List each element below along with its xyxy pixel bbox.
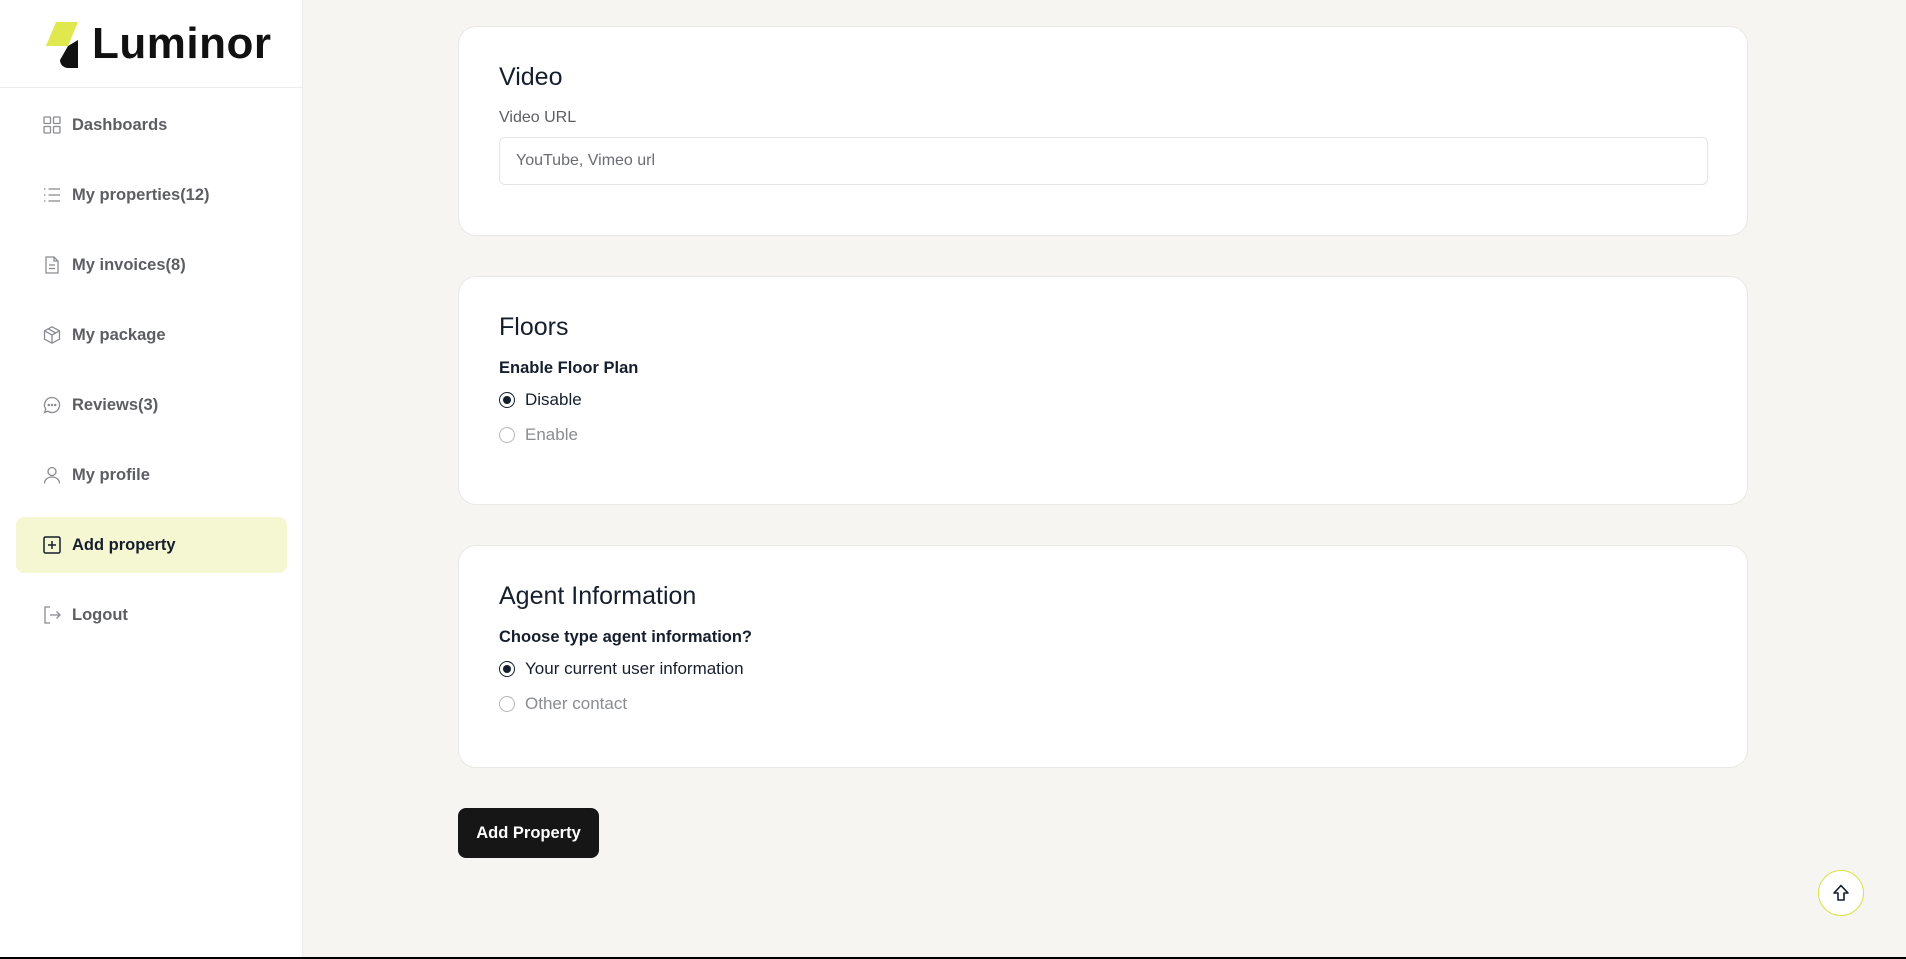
sidebar-item-label: My invoices(8) [72, 255, 186, 274]
sidebar-item-label: Reviews(3) [72, 395, 159, 414]
sidebar-item-dashboards[interactable]: Dashboards [16, 97, 287, 153]
floors-title: Floors [499, 313, 569, 341]
floor-plan-enable-radio[interactable]: Enable [499, 422, 1707, 448]
luminor-logo-icon [46, 21, 78, 68]
agent-info-title: Agent Information [499, 582, 697, 610]
user-icon [42, 465, 62, 485]
video-url-input[interactable] [499, 137, 1708, 185]
sidebar-item-my-properties[interactable]: My properties(12) [16, 167, 287, 223]
list-icon [42, 185, 62, 205]
radio-label: Enable [525, 425, 578, 444]
video-url-label: Video URL [499, 109, 577, 126]
video-section: Video Video URL [458, 26, 1748, 236]
sidebar-item-label: My package [72, 325, 166, 344]
add-property-button[interactable]: Add Property [458, 808, 599, 858]
chat-icon [42, 395, 62, 415]
sidebar-item-label: Add property [72, 535, 176, 554]
grid-icon [42, 115, 62, 135]
agent-other-contact-radio[interactable]: Other contact [499, 691, 1707, 717]
plus-square-icon [42, 535, 62, 555]
sidebar: Luminor Dashboards My properties(12) My … [0, 0, 303, 957]
scroll-to-top-button[interactable] [1818, 870, 1864, 916]
sidebar-item-my-invoices[interactable]: My invoices(8) [16, 237, 287, 293]
sidebar-item-my-profile[interactable]: My profile [16, 447, 287, 503]
radio-label: Other contact [525, 694, 628, 713]
floor-plan-disable-radio[interactable]: Disable [499, 387, 1707, 413]
document-icon [42, 255, 62, 275]
arrow-up-icon [1833, 884, 1849, 901]
radio-checked-icon [499, 661, 515, 677]
sidebar-nav: Dashboards My properties(12) My invoices… [0, 88, 302, 643]
logout-icon [42, 605, 62, 625]
floors-section: Floors Enable Floor Plan Disable Enable [458, 276, 1748, 505]
main-content: Video Video URL Floors Enable Floor Plan… [303, 0, 1906, 957]
sidebar-item-label: My properties(12) [72, 185, 210, 204]
floor-plan-group-label: Enable Floor Plan [499, 359, 639, 377]
radio-unchecked-icon [499, 696, 515, 712]
agent-info-section: Agent Information Choose type agent info… [458, 545, 1748, 768]
radio-checked-icon [499, 392, 515, 408]
video-title: Video [499, 63, 563, 91]
brand-name: Luminor [92, 18, 272, 68]
radio-unchecked-icon [499, 427, 515, 443]
sidebar-item-add-property[interactable]: Add property [16, 517, 287, 573]
sidebar-item-label: Dashboards [72, 115, 168, 134]
radio-label: Your current user information [525, 659, 744, 678]
sidebar-item-logout[interactable]: Logout [16, 587, 287, 643]
agent-type-group-label: Choose type agent information? [499, 628, 753, 646]
radio-label: Disable [525, 390, 582, 409]
agent-current-user-radio[interactable]: Your current user information [499, 656, 1707, 682]
logo[interactable]: Luminor [0, 0, 302, 88]
sidebar-item-my-package[interactable]: My package [16, 307, 287, 363]
sidebar-item-label: My profile [72, 465, 150, 484]
app-window: Luminor Dashboards My properties(12) My … [0, 0, 1906, 957]
package-icon [42, 325, 62, 345]
sidebar-item-reviews[interactable]: Reviews(3) [16, 377, 287, 433]
sidebar-item-label: Logout [72, 605, 128, 624]
